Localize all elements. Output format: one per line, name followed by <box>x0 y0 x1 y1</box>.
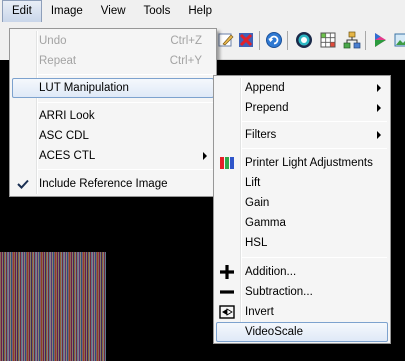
separator <box>242 257 387 258</box>
prepend-item[interactable]: Prepend <box>216 98 388 118</box>
lift-item[interactable]: Lift <box>216 173 388 193</box>
menubar: Edit Image View Tools Help <box>0 0 405 22</box>
rgb-bars-icon <box>220 157 234 169</box>
submenu-arrow-icon <box>377 104 381 112</box>
printer-light-item[interactable]: Printer Light Adjustments <box>216 153 388 173</box>
separator <box>38 169 213 170</box>
undo-item[interactable]: Undo Ctrl+Z <box>12 31 214 51</box>
hsl-item[interactable]: HSL <box>216 233 388 253</box>
include-reference-item[interactable]: Include Reference Image <box>12 174 214 194</box>
checkmark-icon <box>17 179 29 189</box>
lut-manipulation-item[interactable]: LUT Manipulation <box>12 78 214 98</box>
filters-item[interactable]: Filters <box>216 125 388 145</box>
toolbar <box>215 22 405 60</box>
invert-arrows-icon <box>219 305 235 319</box>
addition-item[interactable]: Addition... <box>216 262 388 282</box>
submenu-arrow-icon <box>203 152 207 160</box>
videoscale-item[interactable]: VideoScale <box>216 322 388 342</box>
append-item[interactable]: Append <box>216 78 388 98</box>
separator <box>242 148 387 149</box>
submenu-arrow-icon <box>377 131 381 139</box>
refresh-icon[interactable] <box>265 31 283 49</box>
play-icon[interactable] <box>371 31 389 49</box>
grid-icon[interactable] <box>319 31 337 49</box>
invert-item[interactable]: Invert <box>216 302 388 322</box>
arri-look-item[interactable]: ARRI Look <box>12 106 214 126</box>
minus-icon <box>220 290 234 294</box>
edit-icon[interactable] <box>217 31 235 49</box>
edit-menu: Undo Ctrl+Z Repeat Ctrl+Y LUT Manipulati… <box>9 28 217 197</box>
repeat-item[interactable]: Repeat Ctrl+Y <box>12 51 214 71</box>
asc-cdl-item[interactable]: ASC CDL <box>12 126 214 146</box>
separator <box>38 74 213 75</box>
subtraction-item[interactable]: Subtraction... <box>216 282 388 302</box>
network-icon[interactable] <box>343 31 361 49</box>
separator <box>242 121 387 122</box>
menu-image[interactable]: Image <box>42 0 92 22</box>
picture-icon[interactable] <box>393 31 405 49</box>
menu-edit[interactable]: Edit <box>2 0 42 22</box>
image-stripes <box>0 252 106 361</box>
color-target-icon[interactable] <box>295 31 313 49</box>
aces-ctl-item[interactable]: ACES CTL <box>12 146 214 166</box>
plus-icon <box>220 265 234 279</box>
menu-tools[interactable]: Tools <box>135 0 180 22</box>
submenu-arrow-icon <box>377 84 381 92</box>
gain-item[interactable]: Gain <box>216 193 388 213</box>
close-red-icon[interactable] <box>237 31 255 49</box>
separator <box>38 102 213 103</box>
lut-submenu: Append Prepend Filters Printer Light Adj… <box>213 75 391 344</box>
menu-help[interactable]: Help <box>179 0 221 22</box>
gamma-item[interactable]: Gamma <box>216 213 388 233</box>
menu-view[interactable]: View <box>92 0 135 22</box>
